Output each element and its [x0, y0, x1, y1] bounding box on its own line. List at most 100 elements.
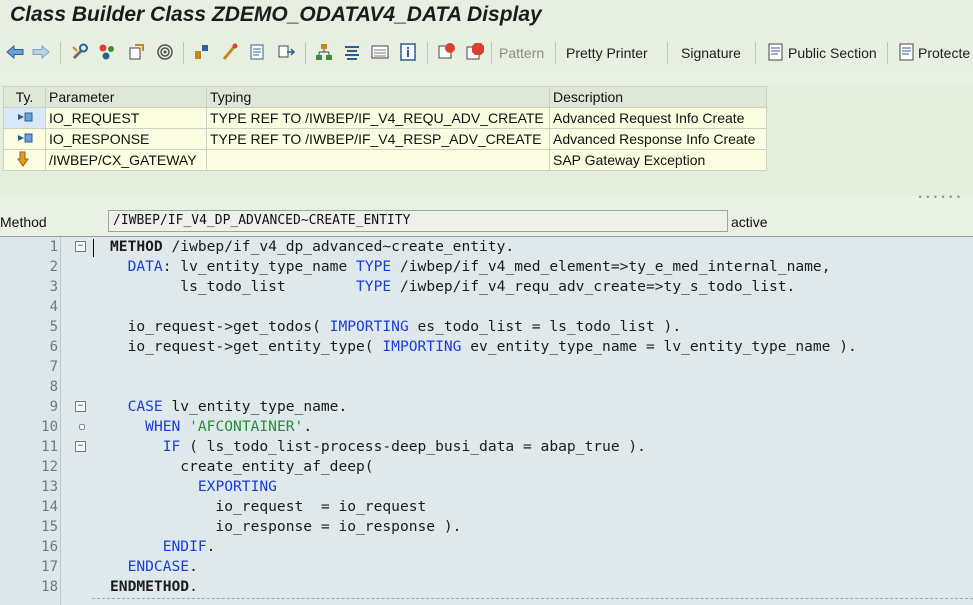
- importing-icon: [3, 107, 46, 129]
- public-section-button[interactable]: Public Section: [788, 45, 877, 61]
- code-line[interactable]: 5 io_request->get_todos( IMPORTING es_to…: [0, 317, 973, 337]
- public-section-icon: [766, 42, 786, 62]
- table-row[interactable]: IO_REQUEST TYPE REF TO /IWBEP/IF_V4_REQU…: [3, 107, 767, 129]
- code-line[interactable]: 16 ENDIF.: [0, 537, 973, 557]
- signature-button[interactable]: Signature: [681, 45, 741, 61]
- collapse-block-icon[interactable]: −: [75, 441, 86, 452]
- breakpoint-icon[interactable]: [437, 42, 457, 62]
- code-keyword: IF: [162, 438, 181, 455]
- hierarchy-icon[interactable]: [314, 42, 334, 62]
- code-line[interactable]: 17 ENDCASE.: [0, 557, 973, 577]
- collapse-block-icon[interactable]: −: [75, 401, 86, 412]
- code-line[interactable]: 11 − IF ( ls_todo_list-process-deep_busi_…: [0, 437, 973, 457]
- list-icon[interactable]: [370, 42, 390, 62]
- parameter-typing[interactable]: TYPE REF TO /IWBEP/IF_V4_REQU_ADV_CREATE: [206, 107, 550, 129]
- code-token: io_response = io_response ).: [110, 518, 462, 535]
- line-number: 11: [41, 439, 58, 455]
- forward-arrow-icon[interactable]: [31, 42, 51, 62]
- code-line[interactable]: 6 io_request->get_entity_type( IMPORTING…: [0, 337, 973, 357]
- check-icon[interactable]: [192, 42, 212, 62]
- other-object-icon[interactable]: [97, 42, 117, 62]
- code-text: io_request->get_entity_type( IMPORTING e…: [110, 337, 857, 357]
- info-icon[interactable]: [398, 42, 418, 62]
- column-header-type[interactable]: Ty.: [3, 86, 46, 108]
- code-line[interactable]: 9 − CASE lv_entity_type_name.: [0, 397, 973, 417]
- code-line[interactable]: 14 io_request = io_request: [0, 497, 973, 517]
- method-status: active: [731, 214, 768, 230]
- window-icon[interactable]: [276, 42, 296, 62]
- back-arrow-icon[interactable]: [5, 42, 25, 62]
- method-name-field[interactable]: /IWBEP/IF_V4_DP_ADVANCED~CREATE_ENTITY: [108, 210, 728, 232]
- code-keyword: 'AFCONTAINER': [189, 418, 304, 435]
- code-keyword: DATA: [127, 258, 163, 275]
- code-text: EXPORTING: [110, 477, 277, 497]
- code-text: ENDCASE.: [110, 557, 198, 577]
- toolbar-separator: [305, 42, 306, 64]
- column-header-parameter[interactable]: Parameter: [45, 86, 207, 108]
- code-token: /iwbep/if_v4_med_element=>ty_e_med_inter…: [391, 258, 831, 275]
- abap-editor[interactable]: 1 − METHOD /iwbep/if_v4_dp_advanced~create…: [0, 236, 973, 605]
- exception-icon: [3, 149, 46, 171]
- code-keyword: IMPORTING: [329, 318, 409, 335]
- parameter-description[interactable]: Advanced Response Info Create: [549, 128, 767, 150]
- table-row[interactable]: IO_RESPONSE TYPE REF TO /IWBEP/IF_V4_RES…: [3, 128, 767, 150]
- stack-icon[interactable]: [342, 42, 362, 62]
- code-keyword: TYPE: [356, 258, 392, 275]
- activate-icon[interactable]: [220, 42, 240, 62]
- line-number: 15: [41, 519, 58, 535]
- protected-section-button[interactable]: Protecte: [918, 45, 970, 61]
- display-change-icon[interactable]: [126, 42, 146, 62]
- code-text: WHEN 'AFCONTAINER'.: [110, 417, 312, 437]
- toolbar-separator: [555, 42, 556, 64]
- parameter-description[interactable]: SAP Gateway Exception: [549, 149, 767, 171]
- method-label: Method: [0, 214, 47, 230]
- code-token: .: [303, 418, 313, 435]
- code-line[interactable]: 10 WHEN 'AFCONTAINER'.: [0, 417, 973, 437]
- code-keyword: WHEN: [145, 418, 181, 435]
- code-token: /iwbep/if_v4_dp_advanced~create_entity.: [162, 238, 515, 255]
- toolbar-separator: [427, 42, 428, 64]
- code-text: io_response = io_response ).: [110, 517, 461, 537]
- parameter-name[interactable]: IO_RESPONSE: [45, 128, 207, 150]
- parameter-name[interactable]: /IWBEP/CX_GATEWAY: [45, 149, 207, 171]
- code-token: /iwbep/if_v4_requ_adv_create=>ty_s_todo_…: [391, 278, 796, 295]
- line-number: 3: [49, 279, 58, 295]
- toolbar-separator: [183, 42, 184, 64]
- parameter-typing[interactable]: [206, 149, 550, 171]
- code-line[interactable]: 18 ENDMETHOD.: [0, 577, 973, 597]
- code-line[interactable]: 12 create_entity_af_deep(: [0, 457, 973, 477]
- code-line[interactable]: 7: [0, 357, 973, 377]
- splitter-grip[interactable]: • • • • • •: [919, 192, 961, 202]
- toolbar-separator: [755, 42, 756, 64]
- code-line[interactable]: 4: [0, 297, 973, 317]
- code-line[interactable]: 8: [0, 377, 973, 397]
- line-number: 5: [49, 319, 58, 335]
- tools-icon[interactable]: [70, 42, 90, 62]
- collapse-block-icon[interactable]: −: [75, 241, 86, 252]
- pattern-button[interactable]: Pattern: [499, 45, 544, 61]
- code-line[interactable]: 1 − METHOD /iwbep/if_v4_dp_advanced~create…: [0, 237, 973, 257]
- toolbar-separator: [491, 42, 492, 64]
- code-token: .: [189, 558, 198, 575]
- code-line[interactable]: 15 io_response = io_response ).: [0, 517, 973, 537]
- table-row[interactable]: /IWBEP/CX_GATEWAY SAP Gateway Exception: [3, 149, 767, 171]
- column-header-description[interactable]: Description: [549, 86, 767, 108]
- code-line[interactable]: 13 EXPORTING: [0, 477, 973, 497]
- code-text: ls_todo_list TYPE /iwbep/if_v4_requ_adv_…: [110, 277, 795, 297]
- parameter-typing[interactable]: TYPE REF TO /IWBEP/IF_V4_RESP_ADV_CREATE: [206, 128, 550, 150]
- code-line[interactable]: 3 ls_todo_list TYPE /iwbep/if_v4_requ_ad…: [0, 277, 973, 297]
- stop-icon[interactable]: [465, 42, 485, 62]
- parameter-name[interactable]: IO_REQUEST: [45, 107, 207, 129]
- where-used-icon[interactable]: [155, 42, 175, 62]
- pretty-printer-button[interactable]: Pretty Printer: [566, 45, 648, 61]
- code-token: ls_todo_list: [110, 278, 357, 295]
- column-header-typing[interactable]: Typing: [206, 86, 550, 108]
- parameter-description[interactable]: Advanced Request Info Create: [549, 107, 767, 129]
- code-line[interactable]: 2 DATA: lv_entity_type_name TYPE /iwbep/…: [0, 257, 973, 277]
- test-icon[interactable]: [248, 42, 268, 62]
- line-number: 7: [49, 359, 58, 375]
